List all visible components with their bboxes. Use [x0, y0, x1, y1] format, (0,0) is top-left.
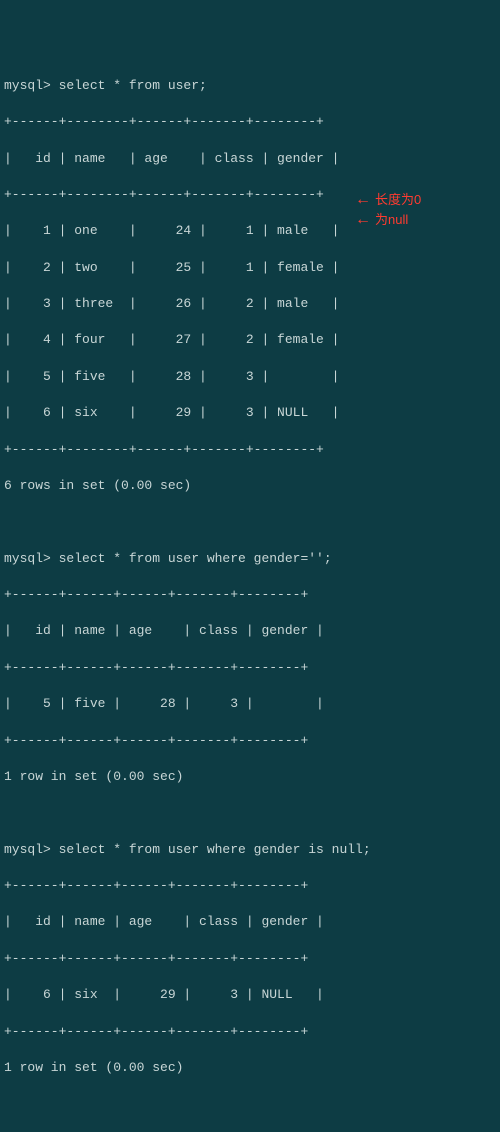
result-footer: 1 row in set (0.00 sec)	[4, 768, 496, 786]
query-1-line: mysql> select * from user;	[4, 77, 496, 95]
table-row: | 1 | one | 24 | 1 | male |	[4, 222, 496, 240]
table-header: | id | name | age | class | gender |	[4, 913, 496, 931]
table-row: | 5 | five | 28 | 3 | |	[4, 368, 496, 386]
table-row: | 6 | six | 29 | 3 | NULL |	[4, 404, 496, 422]
table-border: +------+------+------+-------+--------+	[4, 950, 496, 968]
arrow-icon: ←	[355, 209, 371, 231]
annotations: ←长度为0 ←为null	[355, 190, 421, 230]
table-row: | 2 | two | 25 | 1 | female |	[4, 259, 496, 277]
table-border: +------+------+------+-------+--------+	[4, 1023, 496, 1041]
table-row: | 5 | five | 28 | 3 | |	[4, 695, 496, 713]
query-3-line: mysql> select * from user where gender i…	[4, 841, 496, 859]
blank-line	[4, 513, 496, 531]
table-border: +------+--------+------+-------+--------…	[4, 113, 496, 131]
result-footer: 1 row in set (0.00 sec)	[4, 1059, 496, 1077]
annotation-null: ←为null	[355, 210, 421, 230]
table-border: +------+------+------+-------+--------+	[4, 659, 496, 677]
table-header: | id | name | age | class | gender |	[4, 622, 496, 640]
annotation-text: 长度为0	[375, 191, 421, 209]
mysql-prompt: mysql>	[4, 842, 59, 857]
mysql-prompt: mysql>	[4, 78, 59, 93]
table-border: +------+------+------+-------+--------+	[4, 732, 496, 750]
query-2-line: mysql> select * from user where gender='…	[4, 550, 496, 568]
table-row: | 4 | four | 27 | 2 | female |	[4, 331, 496, 349]
sql-statement: select * from user;	[59, 78, 207, 93]
table-header: | id | name | age | class | gender |	[4, 150, 496, 168]
sql-statement: select * from user where gender='';	[59, 551, 332, 566]
table-border: +------+------+------+-------+--------+	[4, 877, 496, 895]
table-row: | 3 | three | 26 | 2 | male |	[4, 295, 496, 313]
annotation-text: 为null	[375, 211, 408, 229]
blank-line	[4, 804, 496, 822]
table-border: +------+--------+------+-------+--------…	[4, 441, 496, 459]
result-footer: 6 rows in set (0.00 sec)	[4, 477, 496, 495]
mysql-prompt: mysql>	[4, 551, 59, 566]
table-row: | 6 | six | 29 | 3 | NULL |	[4, 986, 496, 1004]
sql-statement: select * from user where gender is null;	[59, 842, 371, 857]
table-border: +------+--------+------+-------+--------…	[4, 186, 496, 204]
table-border: +------+------+------+-------+--------+	[4, 586, 496, 604]
annotation-empty: ←长度为0	[355, 190, 421, 210]
